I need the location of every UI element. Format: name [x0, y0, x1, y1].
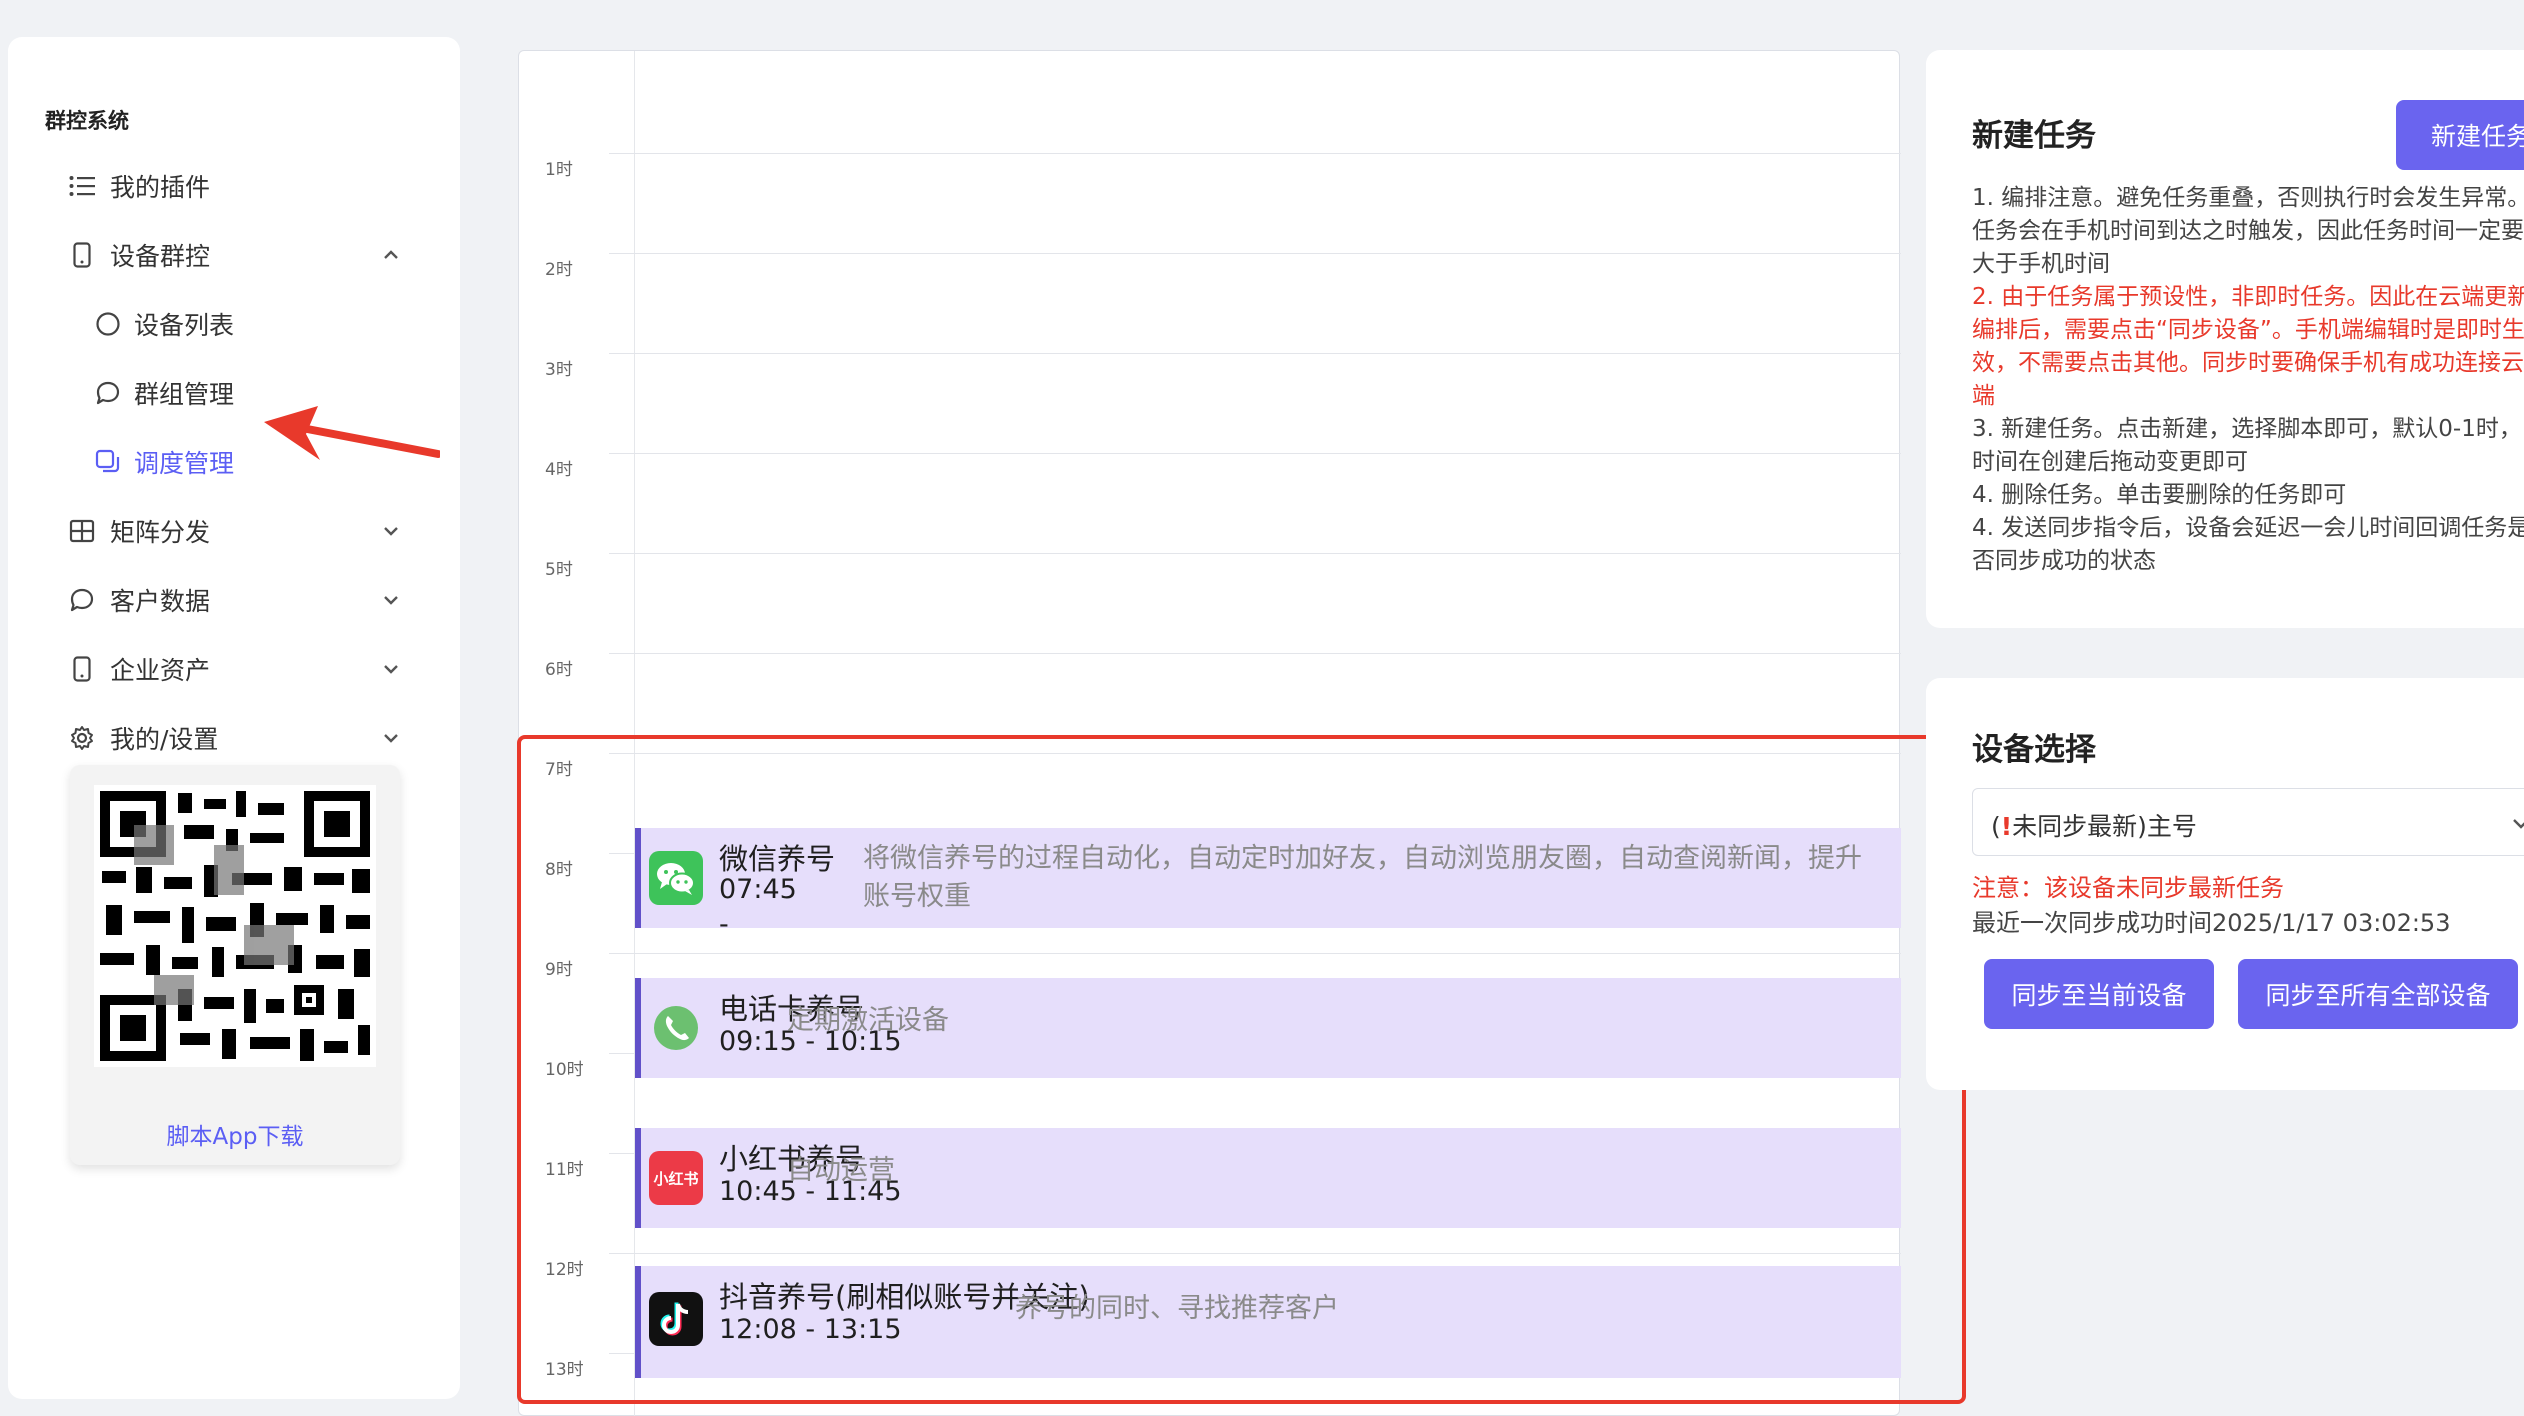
gear-icon: [68, 724, 96, 752]
sync-all-devices-button[interactable]: 同步至所有全部设备: [2238, 959, 2518, 1029]
event-description: 自动运营: [787, 1155, 895, 1186]
chevron-up-icon[interactable]: [380, 244, 402, 266]
event-description: 定期激活设备: [787, 1005, 949, 1036]
hour-row: 7时: [519, 753, 1901, 780]
note-2: 2. 由于任务属于预设性，非即时任务。因此在云端更新编排后，需要点击“同步设备”…: [1972, 284, 2524, 409]
chevron-down-icon[interactable]: [380, 589, 402, 611]
schedule-event-xiaohongshu[interactable]: 小红书 小红书养号 10:45 - 11:45 自动运营: [635, 1128, 1901, 1228]
hour-label: 12时: [545, 1260, 584, 1280]
douyin-icon: [649, 1292, 703, 1346]
sidebar-item-device-list[interactable]: 设备列表: [8, 294, 460, 354]
event-description: 将微信养号的过程自动化，自动定时加好友，自动浏览朋友圈，自动查阅新闻，提升账号权…: [863, 843, 1862, 912]
menu-item-settings[interactable]: 我的/设置: [8, 708, 460, 768]
new-task-card: 新建任务 新建任务 1. 编排注意。避免任务重叠，否则执行时会发生异常。任务会在…: [1926, 50, 2524, 628]
menu-label: 我的插件: [110, 173, 211, 202]
hour-label: 11时: [545, 1160, 584, 1180]
xiaohongshu-icon: 小红书: [649, 1151, 703, 1205]
menu-label: 企业资产: [110, 656, 211, 685]
hour-label: 13时: [545, 1360, 584, 1380]
grid-icon: [68, 517, 96, 545]
hour-row: 4时: [519, 453, 1901, 480]
copy-icon: [94, 448, 122, 476]
hour-label: 5时: [545, 560, 573, 580]
hour-row: 5时: [519, 553, 1901, 580]
list-icon: [68, 172, 96, 200]
chevron-down-icon[interactable]: [380, 520, 402, 542]
task-notes: 1. 编排注意。避免任务重叠，否则执行时会发生异常。任务会在手机时间到达之时触发…: [1972, 182, 2524, 578]
device-select[interactable]: (!未同步最新)主号: [1972, 788, 2524, 856]
device-select-card: 设备选择 (!未同步最新)主号 注意：该设备未同步最新任务 最近一次同步成功时间…: [1926, 678, 2524, 1090]
mobile-icon: [68, 655, 96, 683]
hour-row: 6时: [519, 653, 1901, 680]
qr-code-image: [94, 785, 376, 1067]
hour-label: 3时: [545, 360, 573, 380]
hour-label: 6时: [545, 660, 573, 680]
hour-label: 10时: [545, 1060, 584, 1080]
menu-item-matrix[interactable]: 矩阵分发: [8, 501, 460, 561]
menu-label: 设备列表: [134, 311, 235, 340]
menu-label: 客户数据: [110, 587, 211, 616]
hour-label: 1时: [545, 160, 573, 180]
hour-row: 2时: [519, 253, 1901, 280]
menu-label: 设备群控: [110, 242, 211, 271]
hour-label: 2时: [545, 260, 573, 280]
chevron-down-icon: [2513, 819, 2524, 829]
hour-label: 9时: [545, 960, 573, 980]
last-sync-time: 最近一次同步成功时间2025/1/17 03:02:53: [1972, 909, 2451, 937]
event-description: 养号的同时、寻找推荐客户: [1015, 1293, 1339, 1324]
menu-item-assets[interactable]: 企业资产: [8, 639, 460, 699]
mobile-icon: [68, 241, 96, 269]
schedule-calendar: 1时 2时 3时 4时 5时 6时 7时 8时 9时 10时 11时 12时 1…: [518, 50, 1901, 1416]
chat-bubble-icon: [68, 586, 96, 614]
hour-row: 3时: [519, 353, 1901, 380]
menu-item-plugins[interactable]: 我的插件: [8, 156, 460, 216]
xiaohongshu-icon-text: 小红书: [653, 1169, 699, 1188]
hour-row: 12时: [519, 1253, 1901, 1280]
hour-row: 1时: [519, 153, 1901, 180]
phone-icon: [649, 1001, 703, 1055]
qr-card[interactable]: 脚本App下载: [70, 765, 400, 1165]
schedule-event-wechat[interactable]: 微信养号 07:45 - 08:45 将微信养号的过程自动化，自动定时加好友，自…: [635, 828, 1901, 928]
sidebar: 群控系统 我的插件 设备群控 设备列表 群组管理 调度管理 矩阵分发 客户数据 …: [8, 37, 460, 1399]
sync-current-device-button[interactable]: 同步至当前设备: [1984, 959, 2214, 1029]
schedule-event-phone[interactable]: 电话卡养号 09:15 - 10:15 定期激活设备: [635, 978, 1901, 1078]
note-1: 1. 编排注意。避免任务重叠，否则执行时会发生异常。任务会在手机时间到达之时触发…: [1972, 185, 2524, 277]
schedule-event-douyin[interactable]: 抖音养号(刷相似账号并关注) 12:08 - 13:15 养号的同时、寻找推荐客…: [635, 1266, 1901, 1378]
select-value: (!未同步最新)主号: [1991, 812, 2197, 841]
event-time: 07:45 - 08:45: [719, 874, 797, 928]
annotation-arrow-icon: [264, 406, 440, 460]
menu-label: 调度管理: [134, 449, 235, 478]
new-task-button[interactable]: 新建任务: [2396, 100, 2524, 170]
hour-label: 4时: [545, 460, 573, 480]
note-5: 4. 发送同步指令后，设备会延迟一会儿时间回调任务是否同步成功的状态: [1972, 515, 2524, 574]
hour-label: 8时: [545, 860, 573, 880]
hour-row: 9时: [519, 953, 1901, 980]
circle-icon: [94, 310, 122, 338]
wechat-icon: [649, 851, 703, 905]
sync-warning: 注意：该设备未同步最新任务: [1972, 874, 2284, 902]
qr-caption[interactable]: 脚本App下载: [70, 1117, 400, 1151]
card-title: 新建任务: [1972, 118, 2096, 154]
note-3: 3. 新建任务。点击新建，选择脚本即可，默认0-1时，时间在创建后拖动变更即可: [1972, 416, 2522, 475]
note-4: 4. 删除任务。单击要删除的任务即可: [1972, 482, 2347, 508]
hour-label: 7时: [545, 760, 573, 780]
card-title: 设备选择: [1972, 732, 2096, 768]
menu-label: 我的/设置: [110, 725, 219, 754]
menu-label: 群组管理: [134, 380, 235, 409]
menu-item-device-control[interactable]: 设备群控: [8, 225, 460, 285]
chevron-down-icon[interactable]: [380, 727, 402, 749]
menu-item-customers[interactable]: 客户数据: [8, 570, 460, 630]
app-title: 群控系统: [45, 109, 129, 133]
event-time: 12:08 - 13:15: [719, 1314, 902, 1345]
menu-label: 矩阵分发: [110, 518, 211, 547]
chat-bubble-icon: [94, 379, 122, 407]
chevron-down-icon[interactable]: [380, 658, 402, 680]
warning-mark: !: [2000, 812, 2013, 841]
